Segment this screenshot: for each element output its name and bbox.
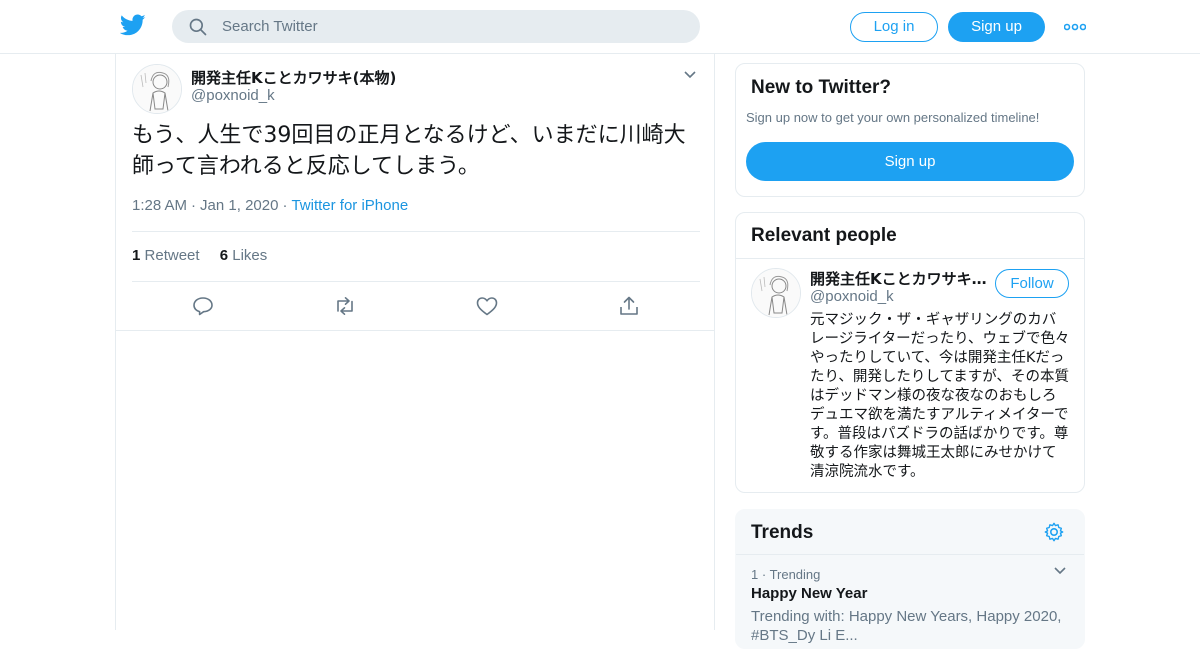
tweet-date[interactable]: Jan 1, 2020 — [200, 197, 278, 214]
sidebar-signup-button[interactable]: Sign up — [746, 142, 1074, 181]
retweet-label: Retweet — [144, 247, 200, 264]
like-count: 6 — [219, 247, 229, 264]
meta-separator: · — [191, 197, 197, 214]
chevron-down-icon[interactable] — [683, 70, 697, 80]
tweet-stats: 1 Retweet 6 Likes — [132, 247, 267, 264]
avatar-illustration — [133, 65, 181, 113]
avatar-illustration — [752, 269, 800, 317]
trends-card: Trends 1 · Trending Happy New Year Trend… — [735, 509, 1085, 649]
person-avatar[interactable] — [751, 268, 801, 318]
new-to-twitter-card: New to Twitter? Sign up now to get your … — [735, 63, 1085, 197]
retweet-icon[interactable] — [333, 294, 357, 318]
chevron-down-icon[interactable] — [1053, 566, 1067, 576]
trend-rank-label: Trending — [769, 567, 821, 582]
meta-separator: · — [282, 197, 288, 214]
search-icon — [189, 18, 207, 36]
author-handle[interactable]: @poxnoid_k — [191, 87, 275, 104]
share-icon[interactable] — [617, 294, 641, 318]
new-to-twitter-subtitle: Sign up now to get your own personalized… — [746, 110, 1040, 125]
divider — [132, 231, 700, 232]
author-avatar[interactable] — [132, 64, 182, 114]
trend-rank: 1 · Trending — [751, 567, 821, 582]
trend-rank-number: 1 — [751, 567, 759, 582]
person-handle[interactable]: @poxnoid_k — [810, 288, 894, 305]
login-button[interactable]: Log in — [850, 12, 938, 42]
trend-name[interactable]: Happy New Year — [751, 585, 867, 602]
trend-related: Trending with: Happy New Years, Happy 20… — [751, 608, 1062, 644]
author-name[interactable]: 開発主任Kことカワサキ(本物) — [191, 67, 396, 88]
divider — [736, 258, 1084, 259]
tweet-timestamp: 1:28 AM · Jan 1, 2020 · Twitter for iPhone — [132, 197, 408, 214]
new-to-twitter-title: New to Twitter? — [751, 77, 892, 98]
search-box[interactable] — [172, 10, 700, 43]
retweet-count: 1 — [132, 247, 141, 264]
person-name[interactable]: 開発主任Kことカワサキ(本物) — [810, 268, 988, 289]
relevant-people-card: Relevant people 開発主任Kことカワサキ(本物) @poxnoid… — [735, 212, 1085, 493]
gear-icon[interactable] — [1043, 521, 1065, 543]
person-bio: 元マジック・ザ・ギャザリングのカバレージライターだったり、ウェブで色々やったりし… — [810, 312, 1070, 480]
search-input[interactable] — [222, 10, 682, 43]
more-icon[interactable] — [1064, 17, 1086, 37]
trends-title: Trends — [751, 522, 814, 543]
follow-button[interactable]: Follow — [995, 269, 1069, 298]
like-icon[interactable] — [475, 294, 499, 318]
tweet-text: もう、人生で39回目の正月となるけど、いまだに川崎大師って言われると反応してしま… — [132, 123, 686, 179]
like-stat[interactable]: 6 Likes — [220, 247, 268, 264]
divider — [116, 330, 714, 331]
like-label: Likes — [232, 247, 268, 264]
tweet-time[interactable]: 1:28 AM — [132, 197, 187, 214]
retweet-stat[interactable]: 1 Retweet — [132, 247, 200, 264]
tweet-column: 開発主任Kことカワサキ(本物) @poxnoid_k もう、人生で39回目の正月… — [115, 54, 715, 630]
relevant-people-title: Relevant people — [751, 225, 897, 246]
top-navigation-bar: Log in Sign up — [0, 0, 1200, 54]
reply-icon[interactable] — [191, 294, 215, 318]
divider — [736, 554, 1084, 555]
tweet-source-link[interactable]: Twitter for iPhone — [291, 197, 408, 214]
twitter-logo-icon[interactable] — [120, 12, 146, 38]
divider — [132, 281, 700, 282]
tweet-actions — [116, 294, 714, 320]
signup-button[interactable]: Sign up — [948, 12, 1045, 42]
